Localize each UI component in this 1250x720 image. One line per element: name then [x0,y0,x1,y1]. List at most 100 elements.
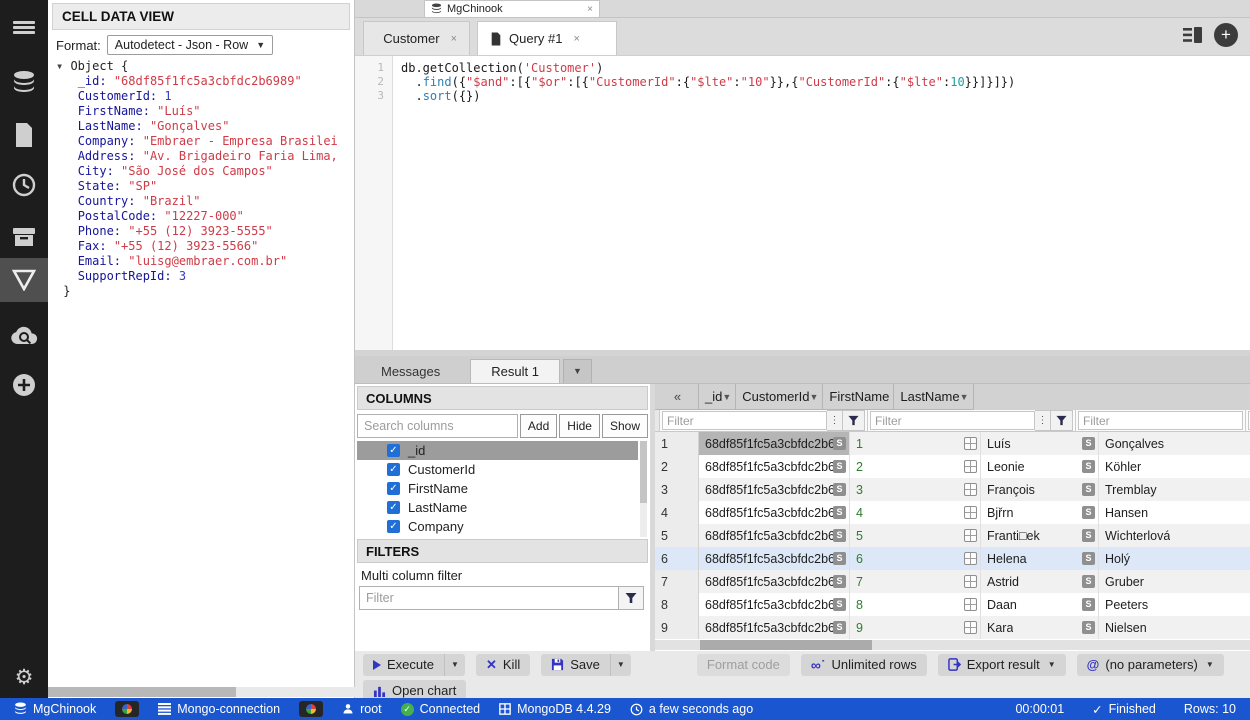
tab-result-1[interactable]: Result 1 [470,359,560,383]
table-row[interactable]: 4 68df85f1fc5a3cbfdc2b698 S 4 Bjřrn S [655,501,1250,524]
column-list-item[interactable]: ✓ Company [357,517,638,536]
save-dropdown[interactable]: ▼ [610,654,631,676]
show-column-button[interactable]: Show [602,414,648,438]
customerid-cell[interactable]: 3 [850,478,981,501]
tab-customer[interactable]: Customer × [363,21,470,55]
firstname-cell[interactable]: Luís S [981,432,1099,455]
table-row[interactable]: 2 68df85f1fc5a3cbfdc2b698 S 2 Leonie S [655,455,1250,478]
hide-column-button[interactable]: Hide [559,414,600,438]
execute-dropdown[interactable]: ▼ [444,654,465,676]
export-result-button[interactable]: Export result▼ [938,654,1066,676]
column-list-item[interactable]: ✓ LastName [357,498,638,517]
kill-button[interactable]: ✕Kill [476,654,530,676]
id-cell[interactable]: 68df85f1fc5a3cbfdc2b698 S [699,478,850,501]
chevron-down-icon[interactable]: ▼ [722,392,731,402]
lastname-cell[interactable]: Gonçalves [1099,432,1250,455]
firstname-cell[interactable]: Kara S [981,616,1099,639]
column-header[interactable]: FirstName ▼ [823,384,894,410]
vertical-scrollbar[interactable] [640,441,647,537]
column-filter-input[interactable] [870,411,1035,430]
column-header[interactable]: LastName ▼ [894,384,973,410]
firstname-cell[interactable]: Daan S [981,593,1099,616]
table-row[interactable]: 8 68df85f1fc5a3cbfdc2b699 S 8 Daan S [655,593,1250,616]
editor-code[interactable]: db.getCollection('Customer') .find({"$an… [393,56,1250,350]
id-cell[interactable]: 68df85f1fc5a3cbfdc2b698 S [699,524,850,547]
row-number-cell[interactable]: 8 [655,593,699,616]
close-icon[interactable]: × [451,33,457,45]
archive-icon[interactable] [0,220,48,254]
multi-column-filter-input[interactable] [359,586,619,610]
scrollbar-thumb[interactable] [700,640,872,650]
customerid-cell[interactable]: 9 [850,616,981,639]
lastname-cell[interactable]: Köhler [1099,455,1250,478]
collapse-columns-button[interactable]: « [655,384,699,410]
firstname-cell[interactable]: Helena S [981,547,1099,570]
save-button[interactable]: Save [541,654,610,676]
filter-funnel-button[interactable] [619,586,644,610]
connection-window-tab[interactable]: MgChinook × [424,0,600,17]
statusbar-last-run[interactable]: a few seconds ago [630,702,753,716]
id-cell[interactable]: 68df85f1fc5a3cbfdc2b698 S [699,455,850,478]
firstname-cell[interactable]: Leonie S [981,455,1099,478]
close-icon[interactable]: × [573,33,579,45]
column-filter-input[interactable] [1078,411,1243,430]
checkbox-checked-icon[interactable]: ✓ [387,520,400,533]
settings-icon[interactable]: ⚙ [0,660,48,694]
firstname-cell[interactable]: Franti□ek S [981,524,1099,547]
format-select[interactable]: Autodetect - Json - Row ▼ [107,35,273,55]
cloud-search-icon[interactable] [0,318,48,352]
lastname-cell[interactable]: Peeters [1099,593,1250,616]
databases-icon[interactable] [0,66,48,100]
checkbox-checked-icon[interactable]: ✓ [387,482,400,495]
tab-query-1[interactable]: Query #1 × [477,21,617,55]
checkbox-checked-icon[interactable]: ✓ [387,463,400,476]
funnel-icon[interactable] [843,410,865,431]
row-number-cell[interactable]: 9 [655,616,699,639]
customerid-cell[interactable]: 2 [850,455,981,478]
statusbar-database[interactable]: MgChinook [14,702,96,716]
statusbar-server[interactable]: MongoDB 4.4.29 [499,702,611,716]
column-header[interactable]: CustomerId ▼ [736,384,823,410]
connection-color-badge[interactable] [299,701,323,717]
customerid-cell[interactable]: 6 [850,547,981,570]
customerid-cell[interactable]: 5 [850,524,981,547]
row-number-cell[interactable]: 1 [655,432,699,455]
lastname-cell[interactable]: Hansen [1099,501,1250,524]
id-cell[interactable]: 68df85f1fc5a3cbfdc2b698 S [699,547,850,570]
customerid-cell[interactable]: 8 [850,593,981,616]
tab-messages[interactable]: Messages [363,360,458,383]
row-number-cell[interactable]: 3 [655,478,699,501]
column-filter-input[interactable] [662,411,827,430]
json-document-view[interactable]: ▾ Object { _id: "68df85f1fc5a3cbfdc2b698… [48,57,354,299]
add-icon[interactable] [0,368,48,402]
row-number-cell[interactable]: 2 [655,455,699,478]
execute-button[interactable]: Execute [363,654,444,676]
filter-options-icon[interactable]: ⋮ [827,410,843,431]
lastname-cell[interactable]: Holý [1099,547,1250,570]
chevron-down-icon[interactable]: ▼ [809,392,818,402]
parameters-button[interactable]: @(no parameters)▼ [1077,654,1224,676]
checkbox-checked-icon[interactable]: ✓ [387,501,400,514]
row-number-cell[interactable]: 6 [655,547,699,570]
customerid-cell[interactable]: 4 [850,501,981,524]
funnel-icon[interactable] [1051,410,1073,431]
scrollbar-thumb[interactable] [48,687,236,697]
database-color-badge[interactable] [115,701,139,717]
lastname-cell[interactable]: Gruber [1099,570,1250,593]
row-number-cell[interactable]: 5 [655,524,699,547]
horizontal-scrollbar[interactable] [48,687,355,697]
filter-options-icon[interactable]: ⋮ [1035,410,1051,431]
chevron-down-icon[interactable]: ▼ [960,392,969,402]
format-code-button[interactable]: Format code [697,654,790,676]
table-row[interactable]: 7 68df85f1fc5a3cbfdc2b698 S 7 Astrid S [655,570,1250,593]
id-cell[interactable]: 68df85f1fc5a3cbfdc2b699 S [699,593,850,616]
result-tabs-dropdown[interactable]: ▼ [563,359,592,383]
table-row[interactable]: 9 68df85f1fc5a3cbfdc2b699 S 9 Kara S [655,616,1250,639]
row-number-cell[interactable]: 7 [655,570,699,593]
documents-icon[interactable] [0,118,48,152]
firstname-cell[interactable]: Bjřrn S [981,501,1099,524]
table-row[interactable]: 6 68df85f1fc5a3cbfdc2b698 S 6 Helena S [655,547,1250,570]
id-cell[interactable]: 68df85f1fc5a3cbfdc2b698 S [699,501,850,524]
history-icon[interactable] [0,168,48,202]
close-icon[interactable]: × [587,4,593,15]
